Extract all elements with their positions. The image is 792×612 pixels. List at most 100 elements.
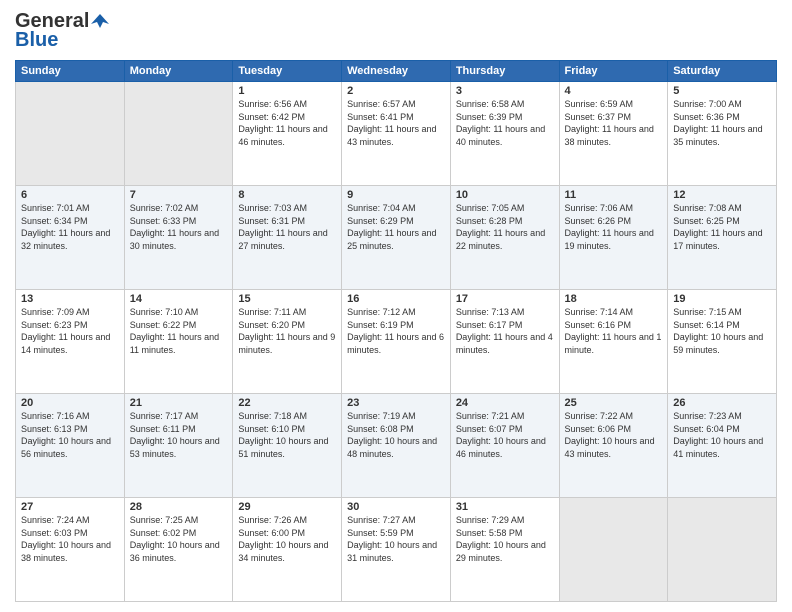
day-info: Sunrise: 6:59 AMSunset: 6:37 PMDaylight:… xyxy=(565,98,663,148)
day-info: Sunrise: 7:27 AMSunset: 5:59 PMDaylight:… xyxy=(347,514,445,564)
calendar-cell: 31Sunrise: 7:29 AMSunset: 5:58 PMDayligh… xyxy=(450,498,559,602)
calendar-cell: 16Sunrise: 7:12 AMSunset: 6:19 PMDayligh… xyxy=(342,290,451,394)
day-info: Sunrise: 6:56 AMSunset: 6:42 PMDaylight:… xyxy=(238,98,336,148)
calendar-week-row: 27Sunrise: 7:24 AMSunset: 6:03 PMDayligh… xyxy=(16,498,777,602)
weekday-header: Tuesday xyxy=(233,61,342,82)
day-info: Sunrise: 7:03 AMSunset: 6:31 PMDaylight:… xyxy=(238,202,336,252)
calendar-cell: 26Sunrise: 7:23 AMSunset: 6:04 PMDayligh… xyxy=(668,394,777,498)
calendar-cell xyxy=(16,82,125,186)
day-number: 12 xyxy=(673,189,771,201)
calendar-cell: 11Sunrise: 7:06 AMSunset: 6:26 PMDayligh… xyxy=(559,186,668,290)
logo: General Blue xyxy=(15,10,109,52)
weekday-header: Thursday xyxy=(450,61,559,82)
calendar-cell: 6Sunrise: 7:01 AMSunset: 6:34 PMDaylight… xyxy=(16,186,125,290)
day-info: Sunrise: 7:21 AMSunset: 6:07 PMDaylight:… xyxy=(456,410,554,460)
day-number: 30 xyxy=(347,501,445,513)
day-info: Sunrise: 7:15 AMSunset: 6:14 PMDaylight:… xyxy=(673,306,771,356)
calendar-cell: 4Sunrise: 6:59 AMSunset: 6:37 PMDaylight… xyxy=(559,82,668,186)
day-info: Sunrise: 7:08 AMSunset: 6:25 PMDaylight:… xyxy=(673,202,771,252)
calendar-cell: 12Sunrise: 7:08 AMSunset: 6:25 PMDayligh… xyxy=(668,186,777,290)
day-number: 25 xyxy=(565,397,663,409)
day-number: 18 xyxy=(565,293,663,305)
day-number: 14 xyxy=(130,293,228,305)
day-number: 24 xyxy=(456,397,554,409)
day-info: Sunrise: 7:10 AMSunset: 6:22 PMDaylight:… xyxy=(130,306,228,356)
calendar-cell: 29Sunrise: 7:26 AMSunset: 6:00 PMDayligh… xyxy=(233,498,342,602)
calendar-cell: 22Sunrise: 7:18 AMSunset: 6:10 PMDayligh… xyxy=(233,394,342,498)
day-number: 20 xyxy=(21,397,119,409)
day-info: Sunrise: 7:12 AMSunset: 6:19 PMDaylight:… xyxy=(347,306,445,356)
calendar-table: SundayMondayTuesdayWednesdayThursdayFrid… xyxy=(15,60,777,602)
day-info: Sunrise: 7:02 AMSunset: 6:33 PMDaylight:… xyxy=(130,202,228,252)
calendar-cell: 27Sunrise: 7:24 AMSunset: 6:03 PMDayligh… xyxy=(16,498,125,602)
day-number: 5 xyxy=(673,85,771,97)
calendar-cell xyxy=(559,498,668,602)
day-number: 2 xyxy=(347,85,445,97)
calendar-cell: 3Sunrise: 6:58 AMSunset: 6:39 PMDaylight… xyxy=(450,82,559,186)
day-number: 1 xyxy=(238,85,336,97)
day-info: Sunrise: 6:58 AMSunset: 6:39 PMDaylight:… xyxy=(456,98,554,148)
day-info: Sunrise: 7:18 AMSunset: 6:10 PMDaylight:… xyxy=(238,410,336,460)
day-number: 27 xyxy=(21,501,119,513)
weekday-header: Wednesday xyxy=(342,61,451,82)
day-info: Sunrise: 7:04 AMSunset: 6:29 PMDaylight:… xyxy=(347,202,445,252)
header: General Blue xyxy=(15,10,777,52)
day-info: Sunrise: 7:16 AMSunset: 6:13 PMDaylight:… xyxy=(21,410,119,460)
day-number: 9 xyxy=(347,189,445,201)
day-info: Sunrise: 7:17 AMSunset: 6:11 PMDaylight:… xyxy=(130,410,228,460)
day-number: 26 xyxy=(673,397,771,409)
calendar-cell: 1Sunrise: 6:56 AMSunset: 6:42 PMDaylight… xyxy=(233,82,342,186)
calendar-cell: 25Sunrise: 7:22 AMSunset: 6:06 PMDayligh… xyxy=(559,394,668,498)
day-number: 19 xyxy=(673,293,771,305)
calendar-cell: 9Sunrise: 7:04 AMSunset: 6:29 PMDaylight… xyxy=(342,186,451,290)
calendar-cell: 7Sunrise: 7:02 AMSunset: 6:33 PMDaylight… xyxy=(124,186,233,290)
calendar-cell xyxy=(124,82,233,186)
calendar-cell: 30Sunrise: 7:27 AMSunset: 5:59 PMDayligh… xyxy=(342,498,451,602)
calendar-week-row: 6Sunrise: 7:01 AMSunset: 6:34 PMDaylight… xyxy=(16,186,777,290)
day-number: 23 xyxy=(347,397,445,409)
day-number: 16 xyxy=(347,293,445,305)
day-info: Sunrise: 7:13 AMSunset: 6:17 PMDaylight:… xyxy=(456,306,554,356)
logo-bird-icon xyxy=(91,12,109,30)
calendar-cell: 18Sunrise: 7:14 AMSunset: 6:16 PMDayligh… xyxy=(559,290,668,394)
day-info: Sunrise: 7:24 AMSunset: 6:03 PMDaylight:… xyxy=(21,514,119,564)
calendar-cell: 14Sunrise: 7:10 AMSunset: 6:22 PMDayligh… xyxy=(124,290,233,394)
calendar-cell: 24Sunrise: 7:21 AMSunset: 6:07 PMDayligh… xyxy=(450,394,559,498)
day-info: Sunrise: 7:14 AMSunset: 6:16 PMDaylight:… xyxy=(565,306,663,356)
day-number: 13 xyxy=(21,293,119,305)
calendar-week-row: 20Sunrise: 7:16 AMSunset: 6:13 PMDayligh… xyxy=(16,394,777,498)
calendar-cell: 2Sunrise: 6:57 AMSunset: 6:41 PMDaylight… xyxy=(342,82,451,186)
day-info: Sunrise: 7:26 AMSunset: 6:00 PMDaylight:… xyxy=(238,514,336,564)
calendar-cell: 13Sunrise: 7:09 AMSunset: 6:23 PMDayligh… xyxy=(16,290,125,394)
day-number: 8 xyxy=(238,189,336,201)
day-number: 3 xyxy=(456,85,554,97)
day-number: 28 xyxy=(130,501,228,513)
calendar-cell: 28Sunrise: 7:25 AMSunset: 6:02 PMDayligh… xyxy=(124,498,233,602)
calendar-week-row: 13Sunrise: 7:09 AMSunset: 6:23 PMDayligh… xyxy=(16,290,777,394)
weekday-header: Saturday xyxy=(668,61,777,82)
day-number: 10 xyxy=(456,189,554,201)
calendar-cell: 15Sunrise: 7:11 AMSunset: 6:20 PMDayligh… xyxy=(233,290,342,394)
calendar-cell: 10Sunrise: 7:05 AMSunset: 6:28 PMDayligh… xyxy=(450,186,559,290)
day-info: Sunrise: 7:22 AMSunset: 6:06 PMDaylight:… xyxy=(565,410,663,460)
calendar-cell xyxy=(668,498,777,602)
calendar-cell: 5Sunrise: 7:00 AMSunset: 6:36 PMDaylight… xyxy=(668,82,777,186)
day-info: Sunrise: 7:05 AMSunset: 6:28 PMDaylight:… xyxy=(456,202,554,252)
day-info: Sunrise: 6:57 AMSunset: 6:41 PMDaylight:… xyxy=(347,98,445,148)
day-number: 11 xyxy=(565,189,663,201)
calendar-header-row: SundayMondayTuesdayWednesdayThursdayFrid… xyxy=(16,61,777,82)
day-info: Sunrise: 7:00 AMSunset: 6:36 PMDaylight:… xyxy=(673,98,771,148)
weekday-header: Monday xyxy=(124,61,233,82)
day-number: 22 xyxy=(238,397,336,409)
day-number: 15 xyxy=(238,293,336,305)
day-number: 21 xyxy=(130,397,228,409)
calendar-cell: 23Sunrise: 7:19 AMSunset: 6:08 PMDayligh… xyxy=(342,394,451,498)
weekday-header: Sunday xyxy=(16,61,125,82)
day-info: Sunrise: 7:11 AMSunset: 6:20 PMDaylight:… xyxy=(238,306,336,356)
day-number: 7 xyxy=(130,189,228,201)
day-number: 6 xyxy=(21,189,119,201)
calendar-cell: 21Sunrise: 7:17 AMSunset: 6:11 PMDayligh… xyxy=(124,394,233,498)
weekday-header: Friday xyxy=(559,61,668,82)
day-number: 17 xyxy=(456,293,554,305)
day-info: Sunrise: 7:25 AMSunset: 6:02 PMDaylight:… xyxy=(130,514,228,564)
